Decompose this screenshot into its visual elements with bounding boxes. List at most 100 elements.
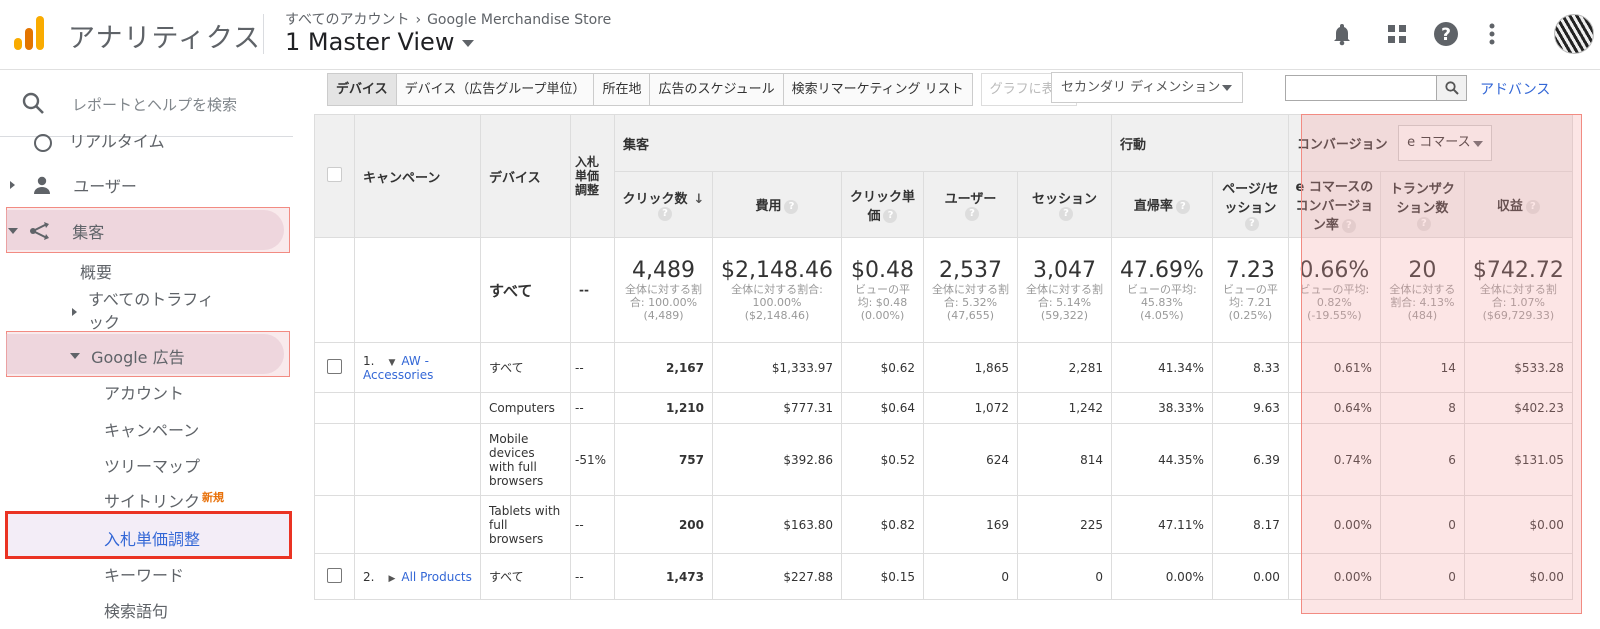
sidebar-item-bid-adjustments[interactable]: 入札単価調整 <box>104 526 200 550</box>
clicks-cell: 200 <box>614 495 713 554</box>
col-header-users[interactable]: ユーザー? <box>922 171 1018 238</box>
col-header-bid[interactable]: 入札単価調整 <box>570 114 615 238</box>
sidebar-item-all-traffic[interactable]: すべてのトラフィ ック <box>72 288 214 334</box>
breadcrumb-account[interactable]: すべてのアカウント <box>285 12 409 28</box>
tab-ad-schedule[interactable]: 広告のスケジュール <box>650 73 784 106</box>
help-icon[interactable]: ? <box>1058 207 1073 221</box>
new-badge: 新規 <box>202 490 225 504</box>
view-selector[interactable]: 1 Master View <box>285 28 475 56</box>
help-icon[interactable]: ? <box>1341 218 1356 233</box>
col-header-campaign[interactable]: キャンペーン <box>354 114 481 238</box>
row-select-cell[interactable] <box>314 392 355 424</box>
apps-grid-icon[interactable] <box>1377 14 1417 54</box>
expand-arrow-icon[interactable]: ▼ <box>388 358 395 368</box>
tab-location[interactable]: 所在地 <box>594 73 651 106</box>
col-header-pages-per-session[interactable]: ページ/セッション? <box>1211 171 1289 238</box>
users-cell: 1,072 <box>922 392 1018 424</box>
campaign-link[interactable]: All Products <box>401 570 472 584</box>
sidebar-item-realtime[interactable]: リアルタイム <box>34 128 165 152</box>
sessions-cell: 2,281 <box>1016 342 1112 393</box>
tab-device[interactable]: デバイス <box>327 73 397 106</box>
col-header-transactions[interactable]: トランザクション数? <box>1379 171 1465 238</box>
sidebar-item-google-ads[interactable]: Google 広告 <box>70 344 185 368</box>
tab-device-adgroup[interactable]: デバイス（広告グループ単位） <box>396 73 595 106</box>
breadcrumb-property[interactable]: Google Merchandise Store <box>427 12 611 28</box>
col-header-cost[interactable]: 費用? <box>712 171 842 238</box>
sidebar-item-users[interactable]: ユーザー <box>10 173 137 197</box>
table-filter-input[interactable] <box>1285 75 1437 101</box>
row-select-cell[interactable] <box>314 342 355 393</box>
col-header-ecommerce-rate[interactable]: e コマースのコンバージョン率? <box>1287 171 1381 238</box>
bounce-cell: 47.11% <box>1110 495 1213 554</box>
more-vert-icon[interactable] <box>1472 14 1512 54</box>
col-header-cpc[interactable]: クリック単価? <box>840 171 924 238</box>
acquisition-icon <box>30 222 50 240</box>
sidebar-item-overview[interactable]: 概要 <box>80 259 112 283</box>
row-select-cell[interactable] <box>314 553 355 600</box>
breadcrumb[interactable]: すべてのアカウント › Google Merchandise Store <box>285 9 611 29</box>
dimension-tabs: デバイス デバイス（広告グループ単位） 所在地 広告のスケジュール 検索リマーケ… <box>327 73 1077 106</box>
sidebar-item-treemap[interactable]: ツリーマップ <box>104 453 200 477</box>
col-header-revenue[interactable]: 収益? <box>1463 171 1573 238</box>
col-header-clicks[interactable]: クリック数 ↓? <box>614 171 713 238</box>
help-icon[interactable]: ? <box>658 207 672 221</box>
sidebar-item-sitelinks[interactable]: サイトリンク 新規 <box>104 488 224 512</box>
revenue-cell: $131.05 <box>1463 423 1573 496</box>
summary-bounce: 47.69% ビューの平均: 45.83% (4.05%) <box>1110 237 1213 343</box>
cpc-cell: $0.64 <box>840 392 924 424</box>
help-icon[interactable]: ? <box>784 199 799 214</box>
select-all-checkbox[interactable] <box>327 166 342 182</box>
conversion-type-select[interactable]: e コマース <box>1398 125 1493 161</box>
table-search-button[interactable] <box>1437 75 1467 101</box>
revenue-cell: $402.23 <box>1463 392 1573 424</box>
help-icon[interactable]: ? <box>1175 199 1190 214</box>
analytics-logo-icon[interactable] <box>14 16 46 50</box>
transactions-cell: 0 <box>1379 553 1465 600</box>
row-checkbox[interactable] <box>327 567 342 583</box>
col-header-bounce[interactable]: 直帰率? <box>1110 171 1213 238</box>
bell-icon[interactable] <box>1322 14 1362 54</box>
sidebar-item-account[interactable]: アカウント <box>104 380 184 404</box>
help-icon[interactable]: ? <box>1416 216 1431 231</box>
sidebar-item-acquisition[interactable]: 集客 <box>8 219 104 243</box>
campaign-cell: 2. ▶ All Products <box>354 553 481 600</box>
view-name: 1 Master View <box>285 28 455 56</box>
transactions-cell: 0 <box>1379 495 1465 554</box>
cost-cell: $1,333.97 <box>712 342 842 393</box>
avatar[interactable] <box>1554 14 1594 54</box>
help-icon[interactable]: ? <box>1426 14 1466 54</box>
select-all-cell[interactable] <box>314 114 355 238</box>
tab-remarketing-list[interactable]: 検索リマーケティング リスト <box>783 73 973 106</box>
ecr-cell: 0.61% <box>1287 342 1381 393</box>
col-header-sessions[interactable]: セッション? <box>1016 171 1112 238</box>
secondary-dimension-select[interactable]: セカンダリ ディメンション <box>1051 72 1243 103</box>
row-select-cell[interactable] <box>314 423 355 496</box>
cost-cell: $163.80 <box>712 495 842 554</box>
help-icon[interactable]: ? <box>1525 199 1540 214</box>
expand-arrow-icon[interactable]: ▶ <box>388 574 395 584</box>
sidebar-item-campaign[interactable]: キャンペーン <box>104 417 199 441</box>
expand-arrow-icon <box>10 181 15 189</box>
help-icon[interactable]: ? <box>1244 216 1259 231</box>
row-select-cell[interactable] <box>314 495 355 554</box>
users-cell: 0 <box>922 553 1018 600</box>
help-icon[interactable]: ? <box>883 209 898 223</box>
summary-tx: 20 全体に対する割合: 4.13% (484) <box>1379 237 1465 343</box>
col-header-device[interactable]: デバイス <box>480 114 571 238</box>
clicks-cell: 1,210 <box>614 392 713 424</box>
help-icon[interactable]: ? <box>964 207 979 221</box>
advanced-filter-link[interactable]: アドバンス <box>1480 79 1550 99</box>
sidebar-search[interactable]: レポートとヘルプを検索 <box>0 70 300 136</box>
users-cell: 1,865 <box>922 342 1018 393</box>
sidebar-item-search-queries[interactable]: 検索語句 <box>104 598 168 622</box>
sidebar-item-keywords[interactable]: キーワード <box>104 562 184 586</box>
table-row: 2. ▶ All Products すべて -- 1,473 $227.88 $0.… <box>314 553 1573 600</box>
summary-ecr: 0.66% ビューの平均: 0.82% (-19.55%) <box>1287 237 1381 343</box>
row-checkbox[interactable] <box>327 358 342 374</box>
transactions-cell: 8 <box>1379 392 1465 424</box>
header-actions: ? <box>1320 14 1600 54</box>
dropdown-arrow-icon <box>1473 141 1484 147</box>
collapse-arrow-icon <box>8 228 18 234</box>
cpc-cell: $0.62 <box>840 342 924 393</box>
row-index: 1. <box>363 353 375 368</box>
